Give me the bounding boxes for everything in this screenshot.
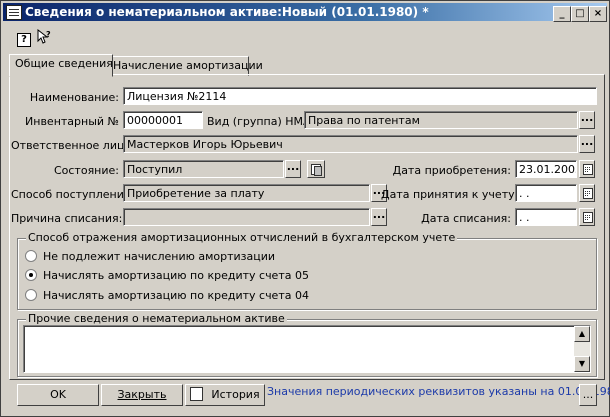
name-field[interactable]: Лицензия №2114 — [123, 87, 597, 105]
document-icon — [6, 5, 22, 20]
accounting-date-calendar-icon[interactable] — [579, 184, 595, 202]
asset-kind-label: Вид (группа) НМА: — [207, 115, 315, 128]
writeoff-date-label: Дата списания: — [421, 212, 511, 225]
radio-account-04-indicator — [25, 289, 37, 301]
help-icon: ? — [17, 33, 31, 47]
asset-kind-field[interactable]: Права по патентам — [304, 111, 578, 129]
window-title: Сведения о нематериальном активе:Новый (… — [25, 5, 429, 19]
ok-button[interactable]: OK — [17, 384, 99, 406]
responsible-person-field[interactable]: Мастерков Игорь Юрьевич — [123, 135, 578, 153]
radio-account-05-label: Начислять амортизацию по кредиту счета 0… — [43, 269, 309, 282]
responsible-person-select-button[interactable]: ... — [579, 135, 595, 153]
pointer-question-icon: ? — [37, 28, 51, 44]
other-info-scrollbar[interactable]: ▲ ▼ — [574, 326, 590, 372]
scroll-down-arrow-icon[interactable]: ▼ — [574, 356, 590, 372]
state-label: Состояние: — [53, 164, 119, 177]
svg-text:?: ? — [46, 30, 51, 39]
close-button[interactable]: × — [589, 6, 607, 22]
inventory-number-field[interactable]: 00000001 — [123, 111, 203, 129]
state-select-button[interactable]: ... — [285, 160, 301, 178]
radio-account-05[interactable]: Начислять амортизацию по кредиту счета 0… — [25, 269, 309, 282]
state-field[interactable]: Поступил — [123, 160, 284, 178]
maximize-button[interactable]: □ — [571, 6, 589, 22]
close-form-label: Закрыть — [117, 388, 167, 401]
writeoff-date-calendar-icon[interactable] — [579, 208, 595, 226]
other-info-textarea[interactable]: ▲ ▼ — [23, 325, 591, 373]
writeoff-date-field[interactable]: . . — [515, 208, 577, 226]
acquisition-date-label: Дата приобретения: — [392, 164, 511, 177]
acquisition-date-calendar-icon[interactable] — [579, 160, 595, 178]
radio-account-04-label: Начислять амортизацию по кредиту счета 0… — [43, 289, 309, 302]
amortization-method-title: Способ отражения амортизационных отчисле… — [26, 231, 458, 244]
other-info-title: Прочие сведения о нематериальном активе — [26, 312, 287, 325]
window: Сведения о нематериальном активе:Новый (… — [0, 0, 610, 417]
tab-general[interactable]: Общие сведения — [9, 54, 113, 77]
radio-no-amortization-label: Не подлежит начислению амортизации — [43, 250, 276, 263]
periodic-attributes-status: Значения периодических реквизитов указан… — [267, 385, 610, 398]
radio-no-amortization[interactable]: Не подлежит начислению амортизации — [25, 250, 275, 263]
status-more-button[interactable]: ... — [579, 384, 597, 406]
tab-general-label: Общие сведения — [15, 57, 113, 70]
history-label: История — [211, 388, 260, 401]
state-history-icon[interactable] — [307, 160, 325, 178]
radio-account-04[interactable]: Начислять амортизацию по кредиту счета 0… — [25, 289, 309, 302]
radio-account-05-indicator — [25, 269, 37, 281]
accounting-date-label: Дата принятия к учету: — [381, 188, 519, 201]
asset-kind-select-button[interactable]: ... — [579, 111, 595, 129]
writeoff-reason-field[interactable] — [123, 208, 370, 226]
acquisition-date-field[interactable]: 23.01.2003 — [515, 160, 577, 178]
tab-amortization[interactable]: Начисление амортизации — [107, 56, 263, 76]
receipt-method-field[interactable]: Приобретение за плату — [123, 184, 370, 202]
title-bar: Сведения о нематериальном активе:Новый (… — [3, 3, 607, 22]
help-button[interactable]: ? — [15, 29, 33, 47]
minimize-button[interactable]: _ — [553, 6, 571, 22]
responsible-person-label: Ответственное лицо: — [11, 139, 135, 152]
accounting-date-field[interactable]: . . — [515, 184, 577, 202]
context-help-button[interactable]: ? — [35, 28, 53, 47]
close-form-button[interactable]: Закрыть — [101, 384, 183, 406]
inventory-number-label: Инвентарный № — [25, 115, 119, 128]
history-button[interactable]: История — [185, 384, 265, 406]
tab-amortization-label: Начисление амортизации — [113, 59, 263, 72]
radio-no-amortization-indicator — [25, 250, 37, 262]
receipt-method-label: Способ поступления: — [11, 188, 135, 201]
scroll-up-arrow-icon[interactable]: ▲ — [574, 326, 590, 342]
writeoff-reason-label: Причина списания: — [11, 212, 123, 225]
name-label: Наименование: — [29, 91, 119, 104]
history-icon — [190, 387, 204, 401]
